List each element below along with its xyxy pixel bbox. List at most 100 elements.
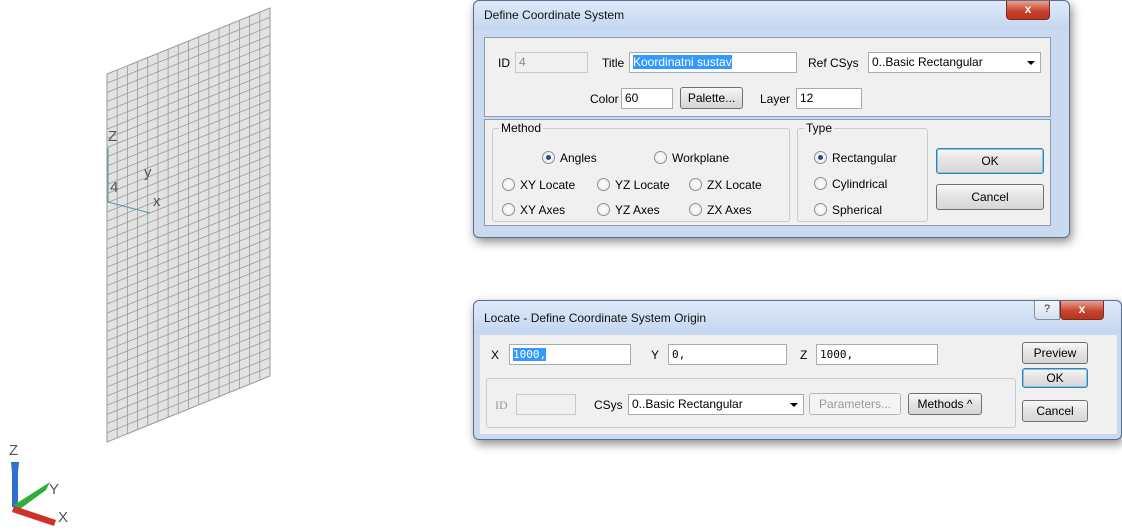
locate-options-panel: ID CSys 0..Basic Rectangular Parameters.… xyxy=(486,378,1016,428)
x-field-selection: 1000, xyxy=(513,348,547,361)
y-field[interactable]: 0, xyxy=(668,344,787,365)
type-rectangular-label: Rectangular xyxy=(832,151,897,165)
title-field-selection: Koordinatni sustav xyxy=(633,55,732,69)
define-csys-titlebar[interactable]: Define Coordinate System x xyxy=(474,1,1069,29)
x-label: X xyxy=(491,348,500,362)
id-label: ID xyxy=(498,56,510,70)
type-spherical-label: Spherical xyxy=(832,203,883,217)
help-icon: ? xyxy=(1043,303,1051,315)
method-zx-axes-label: ZX Axes xyxy=(707,203,752,217)
close-button[interactable]: x xyxy=(1060,301,1104,320)
model-viewport[interactable]: Z 4 y x Z Y X xyxy=(0,0,470,530)
method-zx-locate-radio[interactable]: ZX Locate xyxy=(689,177,762,193)
refcsys-select[interactable]: 0..Basic Rectangular xyxy=(868,52,1041,73)
csys-select[interactable]: 0..Basic Rectangular xyxy=(628,394,804,415)
triad-y-label: Y xyxy=(49,481,60,498)
radio-icon xyxy=(597,203,610,216)
layer-label: Layer xyxy=(760,92,791,106)
chevron-down-icon xyxy=(790,403,798,407)
triad-x-arrow xyxy=(12,506,56,526)
locate-client: X 1000, Y 0, Z 1000, Preview OK Cancel I… xyxy=(480,335,1117,434)
type-spherical-radio[interactable]: Spherical xyxy=(814,202,882,218)
method-group: Method Angles Workplane XY Locate YZ Loc… xyxy=(492,120,790,222)
type-rectangular-radio[interactable]: Rectangular xyxy=(814,150,897,166)
layer-field[interactable]: 12 xyxy=(796,88,862,109)
method-yz-axes-radio[interactable]: YZ Axes xyxy=(597,202,660,218)
preview-button[interactable]: Preview xyxy=(1022,342,1088,364)
method-angles-label: Angles xyxy=(560,151,597,165)
y-label: Y xyxy=(651,348,660,362)
type-cylindrical-radio[interactable]: Cylindrical xyxy=(814,176,887,192)
close-button[interactable]: x xyxy=(1006,1,1050,20)
dialog-title: Define Coordinate System xyxy=(484,8,625,22)
triad-x-label: X xyxy=(58,509,69,526)
ok-button[interactable]: OK xyxy=(1022,368,1088,388)
method-xy-axes-label: XY Axes xyxy=(520,203,566,217)
locate-titlebar[interactable]: Locate - Define Coordinate System Origin… xyxy=(474,301,1121,333)
id-field xyxy=(516,394,576,415)
radio-icon xyxy=(502,203,515,216)
method-workplane-radio[interactable]: Workplane xyxy=(654,150,729,166)
radio-icon xyxy=(597,178,610,191)
refcsys-label: Ref CSys xyxy=(808,56,859,70)
parameters-button[interactable]: Parameters... xyxy=(809,393,901,415)
csys-axis-x-label: x xyxy=(153,193,161,210)
header-fields-panel: ID 4 Title Koordinatni sustav Ref CSys 0… xyxy=(484,37,1051,117)
radio-icon xyxy=(542,151,555,164)
locate-origin-dialog: Locate - Define Coordinate System Origin… xyxy=(473,300,1122,440)
type-group: Type Rectangular Cylindrical Spherical xyxy=(797,120,928,222)
radio-icon xyxy=(689,178,702,191)
type-cylindrical-label: Cylindrical xyxy=(832,177,888,191)
radio-icon xyxy=(502,178,515,191)
chevron-down-icon xyxy=(1027,61,1035,65)
close-icon: x xyxy=(1078,302,1086,316)
method-zx-locate-label: ZX Locate xyxy=(707,178,762,192)
title-field[interactable]: Koordinatni sustav xyxy=(629,52,797,73)
radio-icon xyxy=(814,203,827,216)
method-zx-axes-radio[interactable]: ZX Axes xyxy=(689,202,752,218)
csys-axis-z-label: Z xyxy=(108,128,118,145)
cancel-button[interactable]: Cancel xyxy=(1022,400,1088,422)
refcsys-value: 0..Basic Rectangular xyxy=(872,55,983,69)
define-csys-dialog: Define Coordinate System x ID 4 Title Ko… xyxy=(473,0,1070,238)
csys-axis-y-label: y xyxy=(144,164,152,181)
define-csys-client: ID 4 Title Koordinatni sustav Ref CSys 0… xyxy=(480,33,1063,232)
method-xy-axes-radio[interactable]: XY Axes xyxy=(502,202,565,218)
x-field[interactable]: 1000, xyxy=(509,344,631,365)
radio-icon xyxy=(814,177,827,190)
z-field[interactable]: 1000, xyxy=(816,344,938,365)
csys-id-label: 4 xyxy=(110,179,119,196)
dialog-title: Locate - Define Coordinate System Origin xyxy=(484,311,707,325)
triad-z-shaft xyxy=(12,470,18,507)
help-button[interactable]: ? xyxy=(1034,301,1060,320)
color-field[interactable]: 60 xyxy=(621,88,673,109)
z-label: Z xyxy=(800,348,808,362)
options-panel: Method Angles Workplane XY Locate YZ Loc… xyxy=(484,119,1051,226)
color-label: Color xyxy=(590,92,619,106)
method-yz-axes-label: YZ Axes xyxy=(615,203,660,217)
csys-value: 0..Basic Rectangular xyxy=(632,397,743,411)
radio-icon xyxy=(654,151,667,164)
radio-icon xyxy=(814,151,827,164)
methods-button[interactable]: Methods ^ xyxy=(908,393,982,415)
title-label: Title xyxy=(602,56,625,70)
id-field: 4 xyxy=(515,52,588,73)
method-xy-locate-label: XY Locate xyxy=(520,178,576,192)
ok-button[interactable]: OK xyxy=(936,148,1044,174)
type-legend: Type xyxy=(804,120,835,136)
triad-y-arrow xyxy=(14,482,50,509)
mesh-plate xyxy=(11,7,271,526)
radio-icon xyxy=(689,203,702,216)
triad-z-label: Z xyxy=(9,442,19,459)
method-legend: Method xyxy=(499,120,544,136)
cancel-button[interactable]: Cancel xyxy=(936,184,1044,210)
method-workplane-label: Workplane xyxy=(672,151,730,165)
palette-button[interactable]: Palette... xyxy=(680,87,743,109)
method-yz-locate-label: YZ Locate xyxy=(615,178,670,192)
id-label: ID xyxy=(495,398,508,412)
method-yz-locate-radio[interactable]: YZ Locate xyxy=(597,177,670,193)
close-icon: x xyxy=(1024,2,1032,16)
csys-label: CSys xyxy=(594,398,623,412)
method-angles-radio[interactable]: Angles xyxy=(542,150,597,166)
method-xy-locate-radio[interactable]: XY Locate xyxy=(502,177,575,193)
